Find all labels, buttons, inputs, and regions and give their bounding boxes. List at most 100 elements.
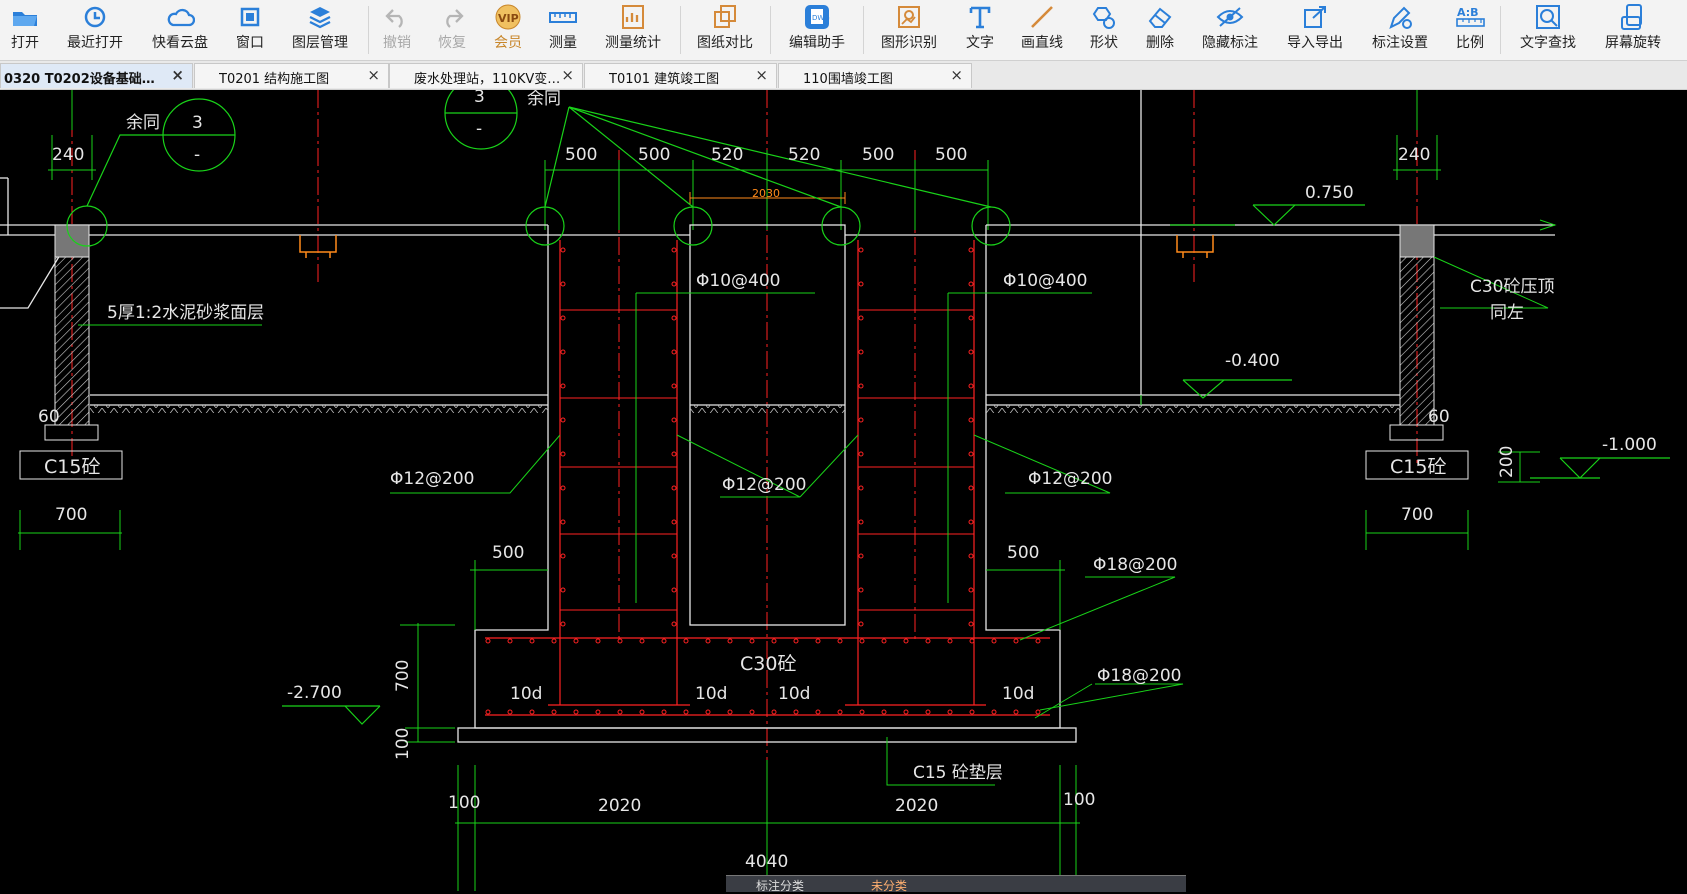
toolbar-button-11[interactable]: DWG 编辑助手 <box>777 0 857 60</box>
anchor-10d-4: 10d <box>1002 684 1034 704</box>
rebar-dot <box>968 417 974 423</box>
toolbar-label: 恢复 <box>438 35 466 51</box>
toolbar-button-2[interactable]: 快看云盘 <box>140 0 220 60</box>
rebar-dot <box>837 709 843 715</box>
document-tab[interactable]: 废水处理站，110KV变… × <box>389 63 583 88</box>
rotate-screen-icon <box>1618 4 1648 30</box>
beam-note: 同左 <box>1490 303 1524 323</box>
toolbar-label: 标注设置 <box>1372 35 1428 51</box>
rebar-dot <box>639 709 645 715</box>
rebar-dot <box>671 587 677 593</box>
rebar-dot <box>560 519 566 525</box>
dim-500-4: 500 <box>935 145 967 165</box>
rebar-dot <box>968 587 974 593</box>
rebar-dot <box>595 638 601 644</box>
rebar-dot <box>671 417 677 423</box>
toolbar-button-10[interactable]: 图纸对比 <box>685 0 765 60</box>
rebar-dot <box>560 383 566 389</box>
rebar-dot <box>858 281 864 287</box>
redo-icon <box>437 4 467 30</box>
close-icon[interactable]: × <box>950 66 963 84</box>
dim-vert-700: 700 <box>393 660 413 692</box>
edit-assistant-icon: DWG <box>802 4 832 30</box>
toolbar-button-22[interactable]: 屏幕旋转 <box>1593 0 1673 60</box>
measure-stats-icon <box>618 4 648 30</box>
toolbar-button-16[interactable]: 删除 <box>1120 0 1200 60</box>
close-icon[interactable]: × <box>171 66 184 84</box>
rebar-dot <box>968 451 974 457</box>
rebar-dot <box>815 638 821 644</box>
document-tab-bar: 0320 T0202设备基础… × T0201 结构施工图 × 废水处理站，110KV变… <box>0 61 1687 90</box>
toolbar-button-20[interactable]: A:B 比例 <box>1430 0 1510 60</box>
toolbar-separator <box>680 6 681 54</box>
detail-circles <box>66 90 1011 247</box>
close-icon[interactable]: × <box>367 66 380 84</box>
rebar-dot <box>903 709 909 715</box>
rebar-dot <box>858 349 864 355</box>
document-tab[interactable]: 0320 T0202设备基础… × <box>0 63 193 88</box>
close-icon[interactable]: × <box>561 66 574 84</box>
rebar-dot <box>771 638 777 644</box>
toolbar-button-19[interactable]: 标注设置 <box>1360 0 1440 60</box>
dim-240-right: 240 <box>1398 145 1430 165</box>
toolbar-button-18[interactable]: 导入导出 <box>1275 0 1355 60</box>
toolbar-button-3[interactable]: 窗口 <box>210 0 290 60</box>
document-tab[interactable]: T0101 建筑竣工图 × <box>584 63 777 88</box>
annotation-category-label: 标注分类 <box>756 879 805 893</box>
text-search-icon <box>1533 4 1563 30</box>
rebar-dot <box>661 709 667 715</box>
dim-bottom-100-left: 100 <box>448 793 480 813</box>
tab-label: 0320 T0202设备基础… <box>4 72 155 87</box>
dim-2030: 2030 <box>752 187 780 200</box>
import-export-icon <box>1300 4 1330 30</box>
toolbar-label: 图形识别 <box>881 35 937 51</box>
rebar-dot <box>947 709 953 715</box>
elev-minus-0400: -0.400 <box>1225 351 1280 371</box>
rebar-dot <box>858 315 864 321</box>
rebar-phi12-center: Φ12@200 <box>722 475 806 495</box>
dim-520-1: 520 <box>711 145 743 165</box>
rebar-dot <box>560 417 566 423</box>
dim-500-2: 500 <box>638 145 670 165</box>
cad-drawing-canvas[interactable]: 240 500 500 520 520 500 500 240 2030 0.7… <box>0 90 1687 891</box>
toolbar-button-12[interactable]: 图形识别 <box>869 0 949 60</box>
dim-700-right: 700 <box>1401 505 1433 525</box>
toolbar-button-4[interactable]: 图层管理 <box>280 0 360 60</box>
rebar-dot <box>671 485 677 491</box>
document-tab[interactable]: T0201 结构施工图 × <box>194 63 389 88</box>
dim-520-2: 520 <box>788 145 820 165</box>
soil-center <box>690 405 845 413</box>
rebar-dot <box>595 709 601 715</box>
rebar-dot <box>727 709 733 715</box>
concrete-c15-left: C15砼 <box>44 456 100 478</box>
rebar-dot <box>573 638 579 644</box>
document-tab[interactable]: 110围墙竣工图 × <box>778 63 972 88</box>
rebar-dot <box>858 587 864 593</box>
rebar-dot <box>573 709 579 715</box>
dim-vert-200: 200 <box>1497 446 1517 478</box>
toolbar-button-9[interactable]: 测量统计 <box>593 0 673 60</box>
drawing-labels: 240 500 500 520 520 500 500 240 2030 0.7… <box>38 90 1657 872</box>
toolbar-label: 比例 <box>1456 35 1484 51</box>
rebar-dot <box>969 709 975 715</box>
rebar-dot <box>661 638 667 644</box>
rebar-phi18-lower: Φ18@200 <box>1097 666 1181 686</box>
rebar-dot <box>968 383 974 389</box>
toolbar-button-1[interactable]: 最近打开 <box>55 0 135 60</box>
top-dimension-chain <box>48 150 1441 230</box>
close-icon[interactable]: × <box>755 66 768 84</box>
dim-vert-100: 100 <box>393 728 413 760</box>
annotation-category-panel[interactable]: 标注分类 未分类 <box>726 875 1186 894</box>
toolbar-button-8[interactable]: 测量 <box>523 0 603 60</box>
folder-open-icon <box>10 4 40 30</box>
dim-bottom-2020-right: 2020 <box>895 796 938 816</box>
anchor-10d-3: 10d <box>778 684 810 704</box>
mortar-note: 5厚1:2水泥砂浆面层 <box>107 303 264 323</box>
rebar-dot <box>793 709 799 715</box>
rebar-dot <box>683 638 689 644</box>
toolbar-label: 屏幕旋转 <box>1605 35 1661 51</box>
toolbar-button-21[interactable]: 文字查找 <box>1508 0 1588 60</box>
toolbar-button-17[interactable]: 隐藏标注 <box>1190 0 1270 60</box>
dim-500-1: 500 <box>565 145 597 165</box>
uncategorized-dropdown[interactable]: 未分类 <box>871 877 907 894</box>
